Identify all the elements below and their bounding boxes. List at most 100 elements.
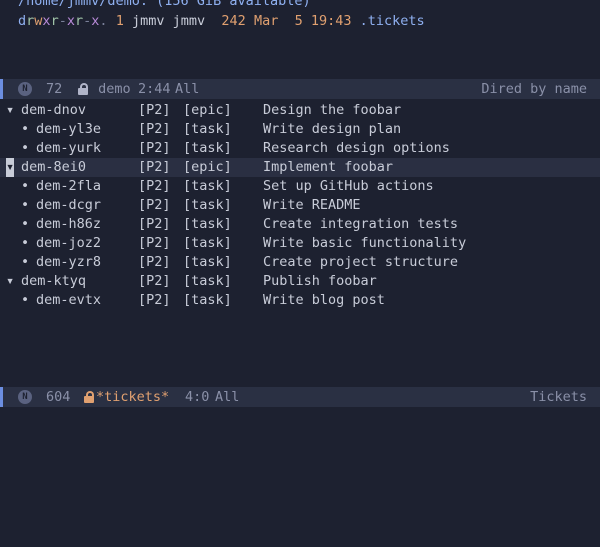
modeline-major-mode: Dired by name [481, 81, 587, 97]
file-link-count: 1 [115, 13, 124, 29]
ticket-id: dem-dnov [21, 102, 87, 118]
modeline-buffer-name: *tickets* [96, 389, 170, 405]
permission-char: d [18, 13, 27, 29]
file-permissions: drwxr-xr-x. [18, 13, 108, 29]
lock-icon [84, 391, 94, 403]
bullet-icon: • [21, 140, 30, 156]
file-time: 19:43 [310, 13, 352, 29]
ticket-title: Research design options [263, 140, 450, 156]
bullet-icon: • [21, 292, 30, 308]
expand-toggle-icon[interactable]: ▾ [6, 272, 14, 291]
file-name: .tickets [359, 13, 425, 29]
file-group: jmmv [172, 13, 206, 29]
ticket-title: Design the foobar [263, 102, 402, 118]
dired-file-entry[interactable]: drwxr-xr-x. 1 jmmv jmmv 242 Mar 5 19:43 … [18, 12, 425, 31]
ticket-type: [task] [183, 235, 232, 251]
ticket-id: dem-ktyq [21, 273, 87, 289]
ticket-title: Write README [263, 197, 361, 213]
modeline-line-number: 72 [46, 81, 63, 97]
ticket-id: dem-yurk [36, 140, 102, 156]
ticket-id: dem-yzr8 [36, 254, 102, 270]
permission-char: r [50, 13, 59, 29]
modeline-major-mode: Tickets [530, 389, 587, 405]
ticket-title: Create integration tests [263, 216, 459, 232]
ticket-priority: [P2] [138, 273, 171, 289]
ticket-row[interactable]: • dem-yzr8 [P2] [task] Create project struct… [0, 253, 600, 272]
ticket-row[interactable]: • dem-2fla [P2] [task] Set up GitHub actions [0, 177, 600, 196]
bullet-icon: • [21, 235, 30, 251]
ticket-title: Write basic functionality [263, 235, 467, 251]
modeline-position: 4:0 [185, 389, 210, 405]
bullet-icon: • [21, 197, 30, 213]
ticket-title: Publish foobar [263, 273, 377, 289]
ticket-row[interactable]: • dem-dcgr [P2] [task] Write README [0, 196, 600, 215]
ticket-priority: [P2] [138, 102, 171, 118]
ticket-type: [task] [183, 292, 232, 308]
ticket-id: dem-h86z [36, 216, 102, 232]
ticket-row[interactable]: ▾ dem-8ei0 [P2] [epic] Implement foobar [0, 158, 600, 177]
ticket-row[interactable]: • dem-h86z [P2] [task] Create integration te… [0, 215, 600, 234]
ticket-priority: [P2] [138, 121, 171, 137]
file-size: 242 [221, 13, 246, 29]
dired-header-path: /home/jmmv/demo: (156 GiB available) [18, 0, 311, 9]
ticket-priority: [P2] [138, 140, 171, 156]
ticket-row[interactable]: • dem-yurk [P2] [task] Research design optio… [0, 139, 600, 158]
ticket-row[interactable]: ▾ dem-ktyq [P2] [task] Publish foobar [0, 272, 600, 291]
ticket-row[interactable]: • dem-joz2 [P2] [task] Write basic functiona… [0, 234, 600, 253]
ticket-id: dem-joz2 [36, 235, 102, 251]
ticket-type: [epic] [183, 159, 232, 175]
file-month: Mar [253, 13, 279, 29]
bullet-icon: • [21, 178, 30, 194]
expand-toggle-icon[interactable]: ▾ [6, 101, 14, 120]
file-day: 5 [294, 13, 303, 29]
active-window-bar [0, 387, 3, 407]
permission-char: - [58, 13, 67, 29]
ticket-id: dem-yl3e [36, 121, 102, 137]
permission-char: . [99, 13, 108, 29]
ticket-type: [task] [183, 197, 232, 213]
ticket-title: Write design plan [263, 121, 402, 137]
modeline-buffer: demo [78, 79, 131, 99]
ticket-row[interactable]: • dem-evtx [P2] [task] Write blog post [0, 291, 600, 310]
ticket-title: Implement foobar [263, 159, 394, 175]
permission-char: x [66, 13, 75, 29]
ticket-priority: [P2] [138, 235, 171, 251]
modeline-buffer: *tickets* [84, 387, 169, 407]
permission-char: x [42, 13, 51, 29]
bullet-icon: • [21, 216, 30, 232]
ticket-id: dem-evtx [36, 292, 102, 308]
ticket-type: [task] [183, 140, 232, 156]
ticket-type: [task] [183, 273, 232, 289]
ticket-type: [task] [183, 254, 232, 270]
ticket-priority: [P2] [138, 178, 171, 194]
evil-state-badge: N [18, 390, 32, 404]
ticket-priority: [P2] [138, 216, 171, 232]
ticket-row[interactable]: • dem-yl3e [P2] [task] Write design plan [0, 120, 600, 139]
modeline-buffer-name: demo [98, 81, 131, 97]
ticket-title: Write blog post [263, 292, 385, 308]
modeline-line-number: 604 [46, 389, 71, 405]
ticket-priority: [P2] [138, 254, 171, 270]
ticket-id: dem-dcgr [36, 197, 102, 213]
ticket-row[interactable]: ▾ dem-dnov [P2] [epic] Design the foobar [0, 101, 600, 120]
expand-toggle-icon[interactable]: ▾ [6, 158, 14, 177]
bullet-icon: • [21, 254, 30, 270]
ticket-type: [task] [183, 178, 232, 194]
ticket-title: Set up GitHub actions [263, 178, 434, 194]
active-window-bar [0, 79, 3, 99]
ticket-type: [epic] [183, 102, 232, 118]
file-owner: jmmv [131, 13, 165, 29]
ticket-id: dem-8ei0 [21, 159, 87, 175]
bullet-icon: • [21, 121, 30, 137]
evil-state-badge: N [18, 82, 32, 96]
ticket-priority: [P2] [138, 159, 171, 175]
modeline-position: 2:44 [138, 81, 171, 97]
ticket-priority: [P2] [138, 197, 171, 213]
modeline-scroll: All [175, 81, 200, 97]
modeline-bottom[interactable]: N 604 *tickets* 4:0 All Tickets [0, 387, 600, 407]
modeline-top[interactable]: N 72 demo 2:44 All Dired by name [0, 79, 600, 99]
ticket-id: dem-2fla [36, 178, 102, 194]
modeline-scroll: All [215, 389, 240, 405]
ticket-type: [task] [183, 121, 232, 137]
lock-icon [78, 83, 88, 95]
